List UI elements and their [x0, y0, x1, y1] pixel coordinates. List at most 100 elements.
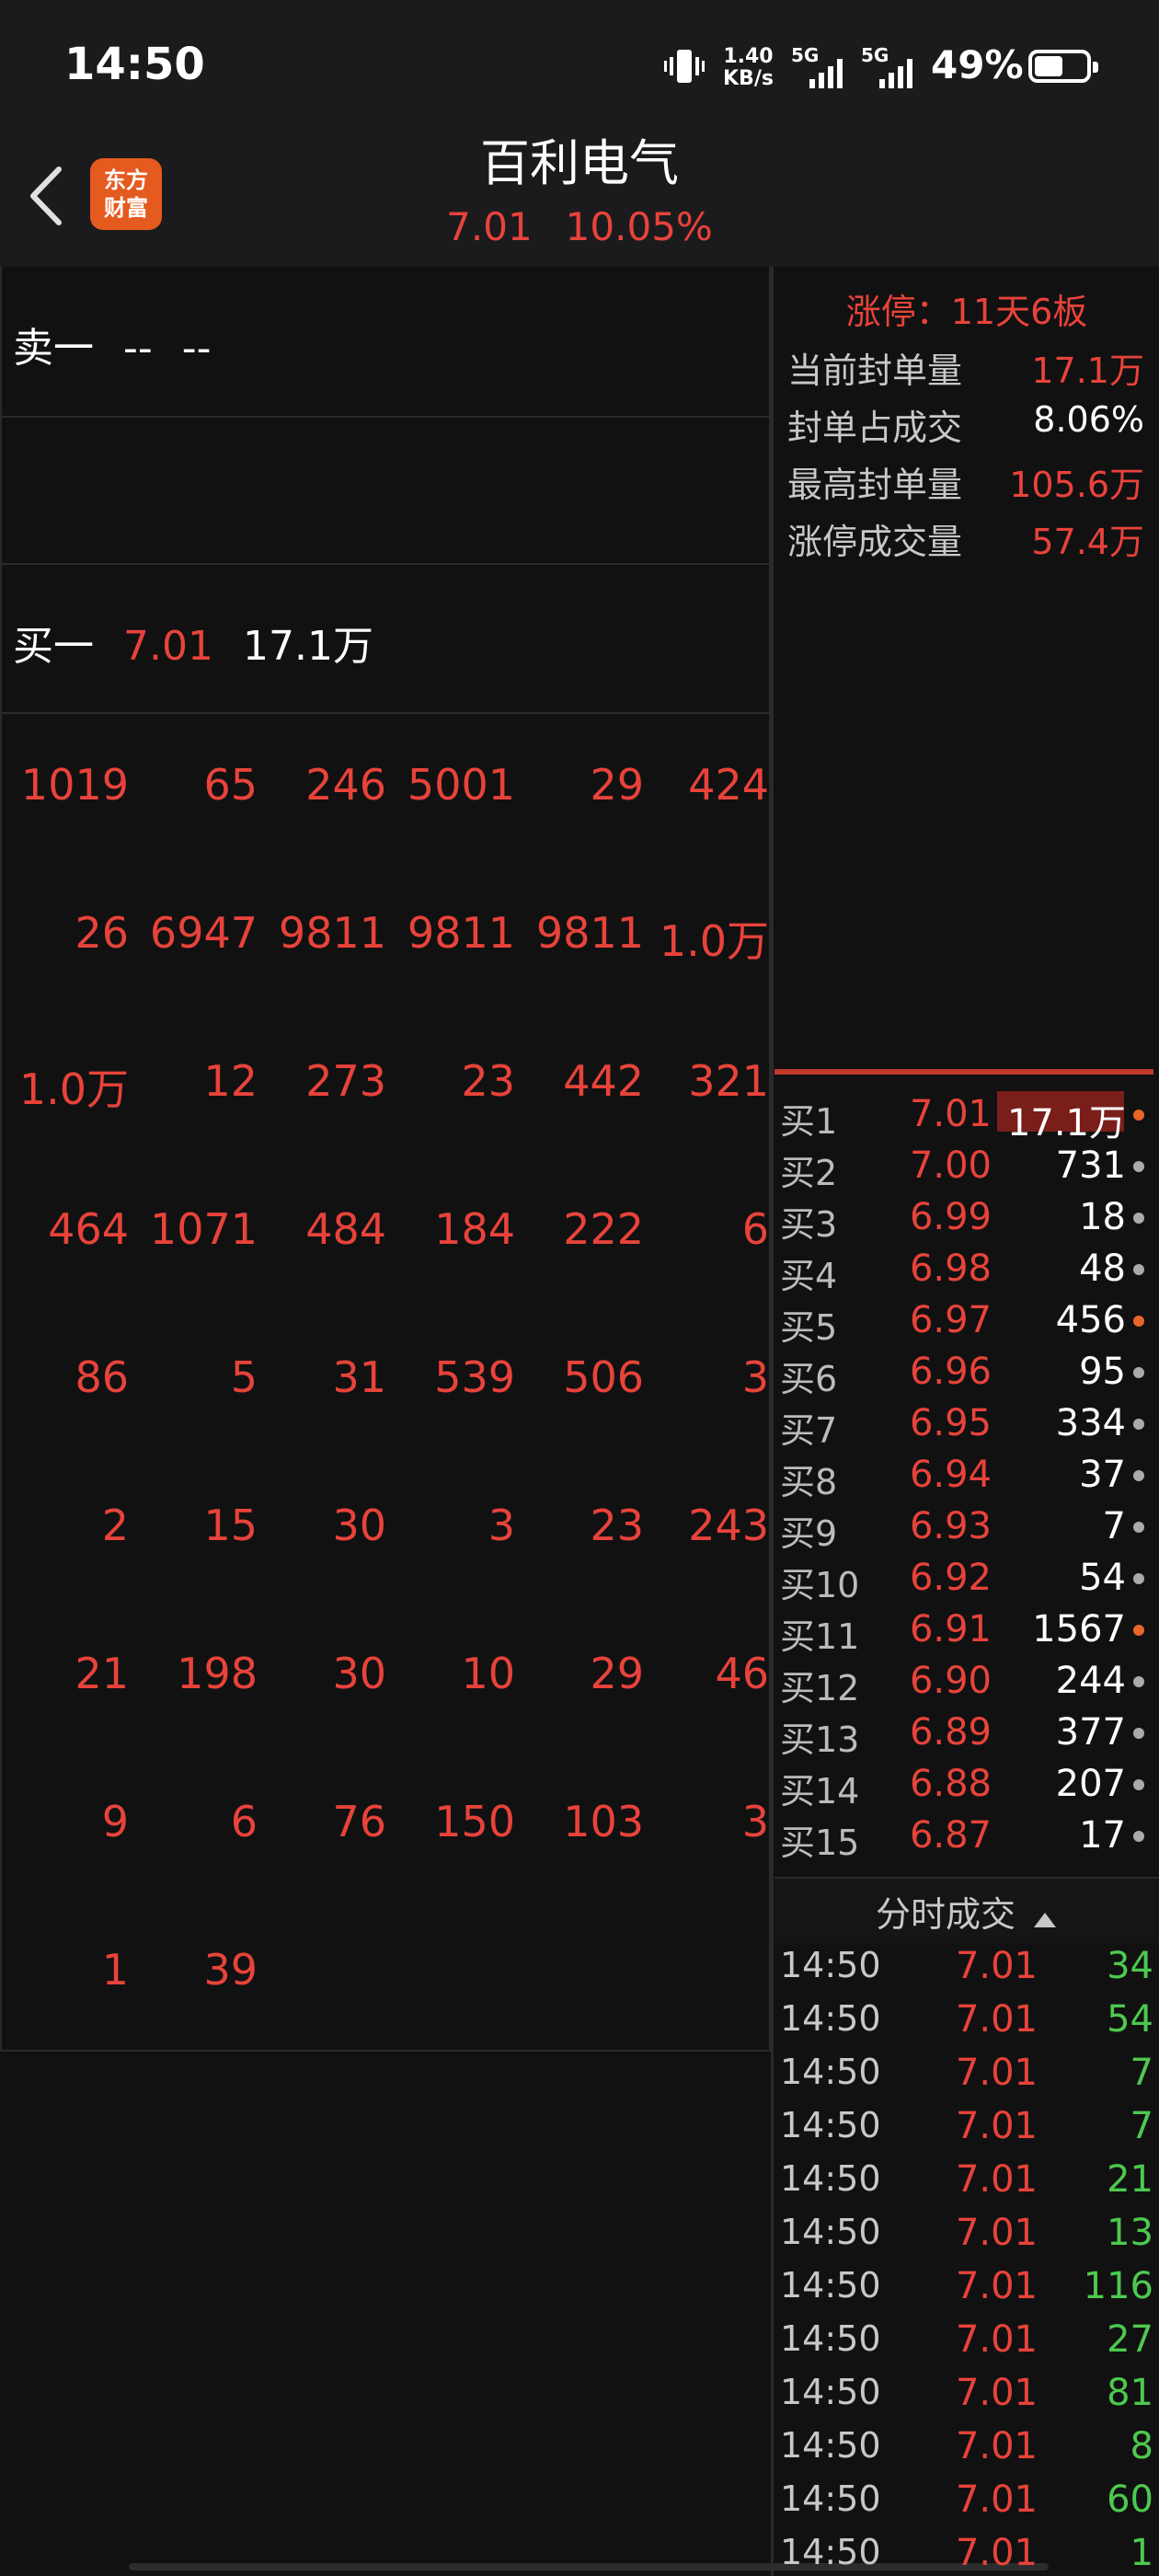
- bid-level-label: 买15: [780, 1823, 860, 1863]
- queue-cell: 31: [332, 1352, 386, 1402]
- queue-cell: 321: [688, 1056, 769, 1106]
- bid-level-label: 买12: [780, 1668, 860, 1708]
- trade-price: 7.01: [955, 2532, 1038, 2574]
- queue-cell: 1.0万: [18, 1064, 129, 1114]
- trades-title[interactable]: 分时成交: [775, 1886, 1159, 1938]
- trade-time: 14:50: [780, 2478, 881, 2519]
- queue-cell: 12: [203, 1056, 258, 1106]
- bid-level-dot[interactable]: [1133, 1625, 1144, 1636]
- bid-level-label: 买9: [780, 1513, 838, 1554]
- bid-level-volume: 37: [1079, 1454, 1126, 1496]
- queue-cell: 23: [461, 1056, 515, 1106]
- trade-time: 14:50: [780, 1998, 881, 2039]
- price-line: 7.01 10.05%: [0, 204, 1159, 249]
- queue-cell: 6: [741, 1204, 769, 1254]
- bid-level-dot[interactable]: [1133, 1316, 1144, 1327]
- queue-cell: 6947: [149, 908, 258, 958]
- bid-level-volume: 456: [1055, 1299, 1126, 1341]
- trade-volume: 54: [1107, 1998, 1153, 2041]
- queue-cell: 39: [203, 1945, 258, 1995]
- bid-level-price: 7.01: [909, 1093, 992, 1135]
- queue-cell: 424: [688, 760, 769, 810]
- bid-level-price: 6.99: [909, 1196, 992, 1238]
- queue-cell: 3: [741, 1352, 769, 1402]
- queue-cell: 442: [563, 1056, 644, 1106]
- bid-level-volume: 377: [1055, 1711, 1126, 1754]
- limit-stat-label: 涨停成交量: [787, 522, 963, 562]
- bid-level-label: 买13: [780, 1719, 860, 1760]
- bid-level-dot[interactable]: [1133, 1419, 1144, 1430]
- trade-volume: 34: [1107, 1945, 1153, 1987]
- trade-time: 14:50: [780, 1945, 881, 1985]
- limit-stat-value: 57.4万: [1031, 522, 1144, 562]
- limit-stat-value: 105.6万: [1009, 465, 1144, 505]
- bid-level-dot[interactable]: [1133, 1728, 1144, 1739]
- trade-volume: 21: [1107, 2158, 1153, 2201]
- bid-level-dot[interactable]: [1133, 1161, 1144, 1172]
- bid-level-dot[interactable]: [1133, 1522, 1144, 1533]
- bid-level-dot[interactable]: [1133, 1676, 1144, 1687]
- queue-cell: 246: [305, 760, 386, 810]
- trade-time: 14:50: [780, 2212, 881, 2252]
- queue-cell: 9: [101, 1797, 129, 1846]
- queue-cell: 9811: [278, 908, 386, 958]
- trade-price: 7.01: [955, 2212, 1038, 2254]
- trade-price: 7.01: [955, 2425, 1038, 2467]
- sell1-volume: --: [181, 325, 212, 372]
- queue-cell: 3: [488, 1501, 515, 1550]
- bid-section-divider: [775, 1069, 1153, 1075]
- limit-stat-value: 17.1万: [1031, 351, 1144, 391]
- bid-level-dot[interactable]: [1133, 1110, 1144, 1121]
- trade-volume: 81: [1107, 2372, 1153, 2414]
- trade-price: 7.01: [955, 2158, 1038, 2201]
- queue-cell: 273: [305, 1056, 386, 1106]
- queue-cell: 484: [305, 1204, 386, 1254]
- bid-level-price: 6.87: [909, 1814, 992, 1857]
- trade-price: 7.01: [955, 2265, 1038, 2307]
- bid-level-price: 6.90: [909, 1660, 992, 1702]
- bid-level-price: 6.96: [909, 1351, 992, 1393]
- buy-one-row: 买一 7.01 17.1万: [0, 565, 771, 714]
- bid-level-price: 6.97: [909, 1299, 992, 1341]
- trade-volume: 116: [1083, 2265, 1153, 2307]
- bid-level-dot[interactable]: [1133, 1367, 1144, 1378]
- bid-level-volume: 95: [1079, 1351, 1126, 1393]
- bid-level-dot[interactable]: [1133, 1831, 1144, 1842]
- bid-level-label: 买8: [780, 1462, 838, 1502]
- bid-level-dot[interactable]: [1133, 1213, 1144, 1224]
- trade-time: 14:50: [780, 2105, 881, 2145]
- trade-time: 14:50: [780, 2158, 881, 2199]
- queue-cell: 1.0万: [659, 916, 769, 966]
- sell1-price: --: [123, 325, 153, 372]
- bid-level-price: 6.95: [909, 1402, 992, 1444]
- bid-level-label: 买6: [780, 1359, 838, 1399]
- limit-stat-label: 最高封单量: [787, 465, 963, 505]
- bid-level-volume: 731: [1055, 1144, 1126, 1187]
- buy1-label: 买一: [13, 623, 94, 670]
- bid-level-volume: 18: [1079, 1196, 1126, 1238]
- queue-cell: 6: [230, 1797, 258, 1846]
- network-speed: 1.40 KB/s: [723, 45, 774, 90]
- trade-volume: 60: [1107, 2478, 1153, 2521]
- queue-cell: 21: [75, 1649, 129, 1698]
- trade-price: 7.01: [955, 1998, 1038, 2041]
- battery-icon: [1028, 50, 1098, 83]
- trade-price: 7.01: [955, 1945, 1038, 1987]
- bid-level-dot[interactable]: [1133, 1573, 1144, 1584]
- bid-level-label: 买1: [780, 1101, 838, 1142]
- bid-level-dot[interactable]: [1133, 1470, 1144, 1481]
- queue-cell: 29: [590, 760, 644, 810]
- bid-level-label: 买3: [780, 1204, 838, 1245]
- trade-volume: 13: [1107, 2212, 1153, 2254]
- queue-cell: 23: [590, 1501, 644, 1550]
- bid-level-price: 7.00: [909, 1144, 992, 1187]
- bid-level-price: 6.93: [909, 1505, 992, 1547]
- bid-level-volume: 48: [1079, 1248, 1126, 1290]
- limit-up-title: 涨停：11天6板: [845, 292, 1088, 332]
- bid-level-dot[interactable]: [1133, 1264, 1144, 1275]
- trade-volume: 7: [1130, 2052, 1153, 2094]
- bid-level-dot[interactable]: [1133, 1779, 1144, 1790]
- queue-cell: 103: [563, 1797, 644, 1846]
- queue-cell: 76: [332, 1797, 386, 1846]
- bid-level-price: 6.98: [909, 1248, 992, 1290]
